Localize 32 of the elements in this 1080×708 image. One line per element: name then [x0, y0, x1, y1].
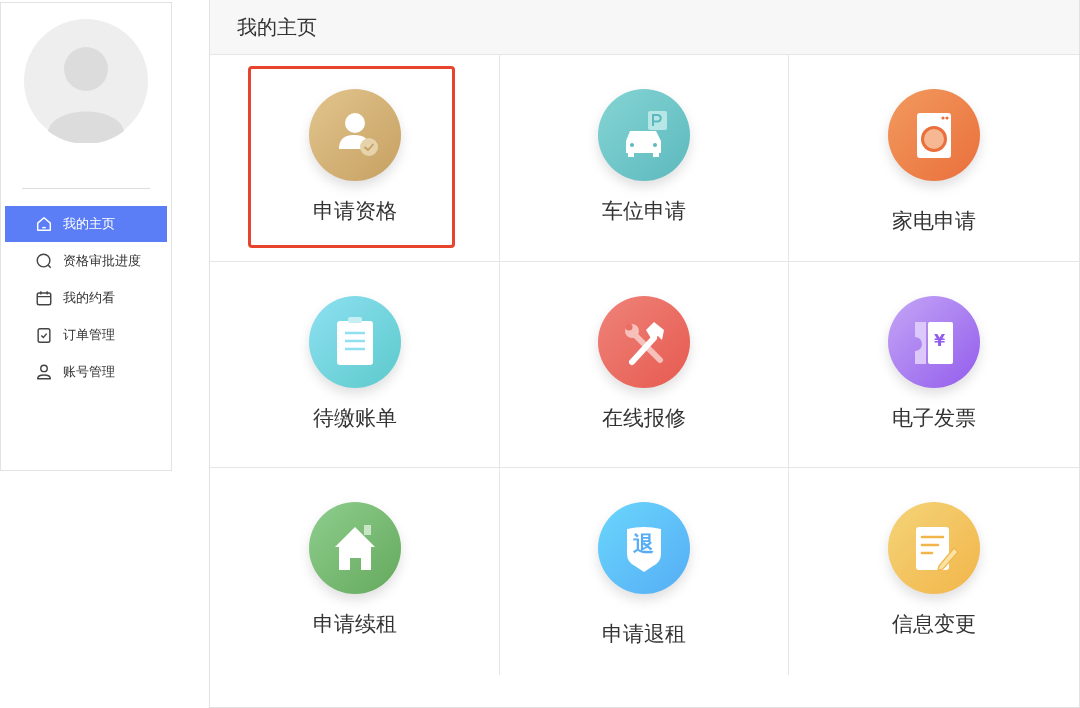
washing-machine-icon[interactable]: [888, 89, 980, 181]
sidebar-item[interactable]: 我的约看: [5, 280, 167, 316]
document-pen-icon[interactable]: [888, 502, 980, 594]
tile-label[interactable]: 申请资格: [312, 195, 397, 227]
tile-label[interactable]: 待缴账单: [312, 402, 397, 434]
tile-label[interactable]: 车位申请: [602, 195, 686, 227]
sidebar-item[interactable]: 订单管理: [5, 317, 167, 353]
tile-label[interactable]: 申请续租: [312, 608, 397, 640]
icon-character: ¥: [934, 332, 946, 350]
calendar-icon: [35, 289, 53, 307]
shield-icon[interactable]: [598, 502, 690, 594]
tile-label[interactable]: 家电申请: [892, 205, 976, 237]
sidebar-item[interactable]: 资格审批进度: [5, 243, 167, 279]
sidebar-item[interactable]: 账号管理: [5, 354, 167, 390]
tile-label[interactable]: 信息变更: [892, 608, 976, 640]
car-parking-icon[interactable]: [598, 89, 690, 181]
avatar-icon: [24, 19, 148, 143]
search-icon: [35, 252, 53, 270]
user-check-icon[interactable]: [308, 89, 401, 181]
clipboard-icon[interactable]: [308, 296, 401, 388]
home-icon: [35, 215, 53, 233]
clipboard-check-icon: [35, 326, 53, 344]
house-icon[interactable]: [308, 502, 401, 594]
tile-label[interactable]: 申请退租: [602, 618, 686, 650]
page-title: 我的主页: [237, 15, 317, 40]
wrench-hammer-icon[interactable]: [598, 296, 690, 388]
tile-label[interactable]: 电子发票: [892, 402, 976, 434]
tile-label[interactable]: 在线报修: [602, 402, 686, 434]
user-icon: [35, 363, 53, 381]
sidebar-item[interactable]: 我的主页: [5, 206, 167, 242]
icon-character: 退: [633, 533, 654, 555]
invoice-icon[interactable]: [888, 296, 980, 388]
